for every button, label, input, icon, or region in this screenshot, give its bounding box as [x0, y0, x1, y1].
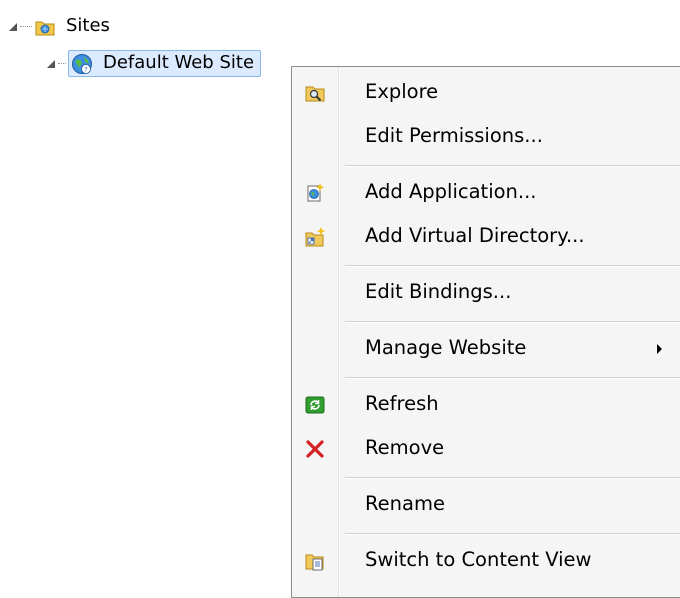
menu-item-label: Edit Bindings...	[365, 280, 512, 303]
tree-node-sites[interactable]: Sites	[8, 14, 114, 39]
menu-item-remove[interactable]: Remove	[292, 429, 680, 469]
menu-item-label: Edit Permissions...	[365, 124, 543, 147]
explore-icon	[303, 81, 327, 105]
menu-item-refresh[interactable]: Refresh	[292, 385, 680, 425]
remove-icon	[303, 437, 327, 461]
menu-separator	[345, 165, 680, 167]
add-virtual-directory-icon	[303, 225, 327, 249]
collapse-icon[interactable]	[46, 59, 56, 69]
tree-connector	[58, 63, 66, 64]
tree-node-default-web-site[interactable]: ? Default Web Site	[46, 50, 262, 77]
menu-separator	[345, 533, 680, 535]
menu-separator	[345, 321, 680, 323]
tree-node-label[interactable]: Default Web Site	[99, 51, 258, 76]
website-globe-icon: ?	[71, 53, 93, 75]
menu-item-explore[interactable]: Explore	[292, 73, 680, 113]
add-application-icon	[303, 181, 327, 205]
menu-item-label: Refresh	[365, 392, 439, 415]
menu-item-rename[interactable]: Rename	[292, 485, 680, 525]
menu-item-label: Switch to Content View	[365, 548, 592, 571]
menu-item-label: Explore	[365, 80, 439, 103]
tree-node-label[interactable]: Sites	[62, 14, 114, 39]
selected-node-highlight[interactable]: ? Default Web Site	[68, 50, 262, 77]
menu-separator	[345, 265, 680, 267]
submenu-arrow-icon	[657, 344, 662, 354]
menu-item-edit-bindings[interactable]: Edit Bindings...	[292, 273, 680, 313]
menu-item-add-virtual-directory[interactable]: Add Virtual Directory...	[292, 217, 680, 257]
menu-separator	[345, 377, 680, 379]
menu-item-label: Add Application...	[365, 180, 537, 203]
menu-item-edit-permissions[interactable]: Edit Permissions...	[292, 117, 680, 157]
menu-item-label: Rename	[365, 492, 445, 515]
sites-folder-icon	[34, 16, 56, 38]
menu-item-switch-to-content-view[interactable]: Switch to Content View	[292, 541, 680, 581]
menu-item-manage-website[interactable]: Manage Website	[292, 329, 680, 369]
menu-item-label: Manage Website	[365, 336, 527, 359]
menu-item-label: Remove	[365, 436, 445, 459]
svg-text:?: ?	[84, 65, 87, 73]
content-view-icon	[303, 549, 327, 573]
menu-separator	[345, 477, 680, 479]
collapse-icon[interactable]	[8, 22, 18, 32]
menu-item-add-application[interactable]: Add Application...	[292, 173, 680, 213]
refresh-icon	[303, 393, 327, 417]
context-menu: Explore Edit Permissions... Add Applicat…	[291, 66, 680, 598]
tree-connector	[20, 26, 32, 27]
menu-item-label: Add Virtual Directory...	[365, 224, 585, 247]
